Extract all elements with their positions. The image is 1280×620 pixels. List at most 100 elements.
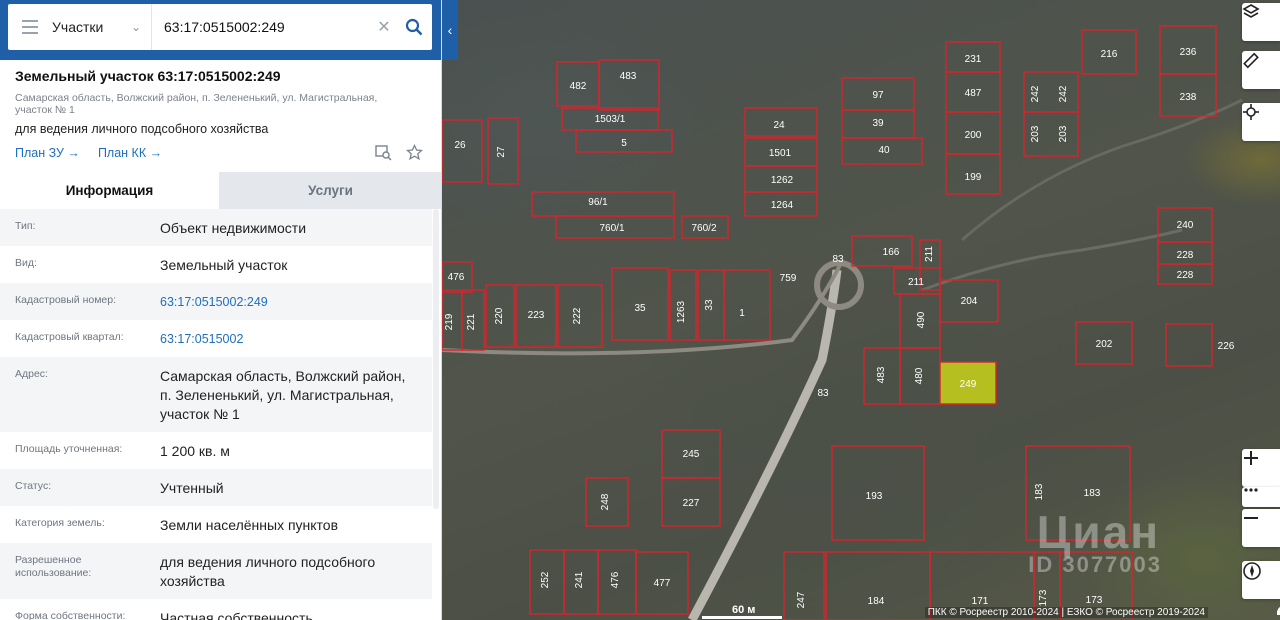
parcel-label: 203 — [1030, 125, 1041, 142]
parcel-label: 242 — [1030, 85, 1041, 102]
tab-info[interactable]: Информация — [0, 172, 219, 209]
pin-icon — [1278, 607, 1280, 613]
parcel-label: 219 — [444, 313, 455, 330]
parcel-label: 183 — [1034, 483, 1045, 500]
parcel-label: 226 — [1218, 341, 1235, 352]
parcel-label: 193 — [866, 491, 883, 502]
info-value: 1 200 кв. м — [160, 443, 230, 459]
info-value: для ведения личного подсобного хозяйства — [160, 554, 376, 589]
print-search-icon[interactable] — [375, 144, 392, 161]
parcel-box — [442, 119, 483, 183]
parcel-label: 228 — [1177, 250, 1194, 261]
path-east — [921, 228, 1183, 292]
info-key: Площадь уточненная: — [15, 443, 123, 455]
parcel-label: 240 — [1177, 220, 1194, 231]
ruler-icon — [1243, 52, 1259, 69]
parcel-label: 238 — [1180, 92, 1197, 103]
parcel-label: 760/1 — [599, 223, 624, 234]
search-button[interactable] — [396, 4, 432, 50]
plan-links: План ЗУ → План КК → — [15, 146, 162, 160]
info-key: Разрешенное использование: — [15, 554, 92, 579]
parcel-label: 40 — [878, 145, 890, 156]
parcel-label: 221 — [466, 313, 477, 330]
compass-button[interactable] — [1242, 561, 1280, 599]
star-icon[interactable] — [406, 144, 423, 161]
parcel-label: 482 — [570, 81, 587, 92]
path-northeast — [961, 98, 1243, 242]
search-category-select[interactable]: Участки ⌄ — [52, 4, 152, 50]
compass-icon — [1243, 562, 1261, 580]
object-title: Земельный участок 63:17:0515002:249 — [15, 68, 281, 84]
zoom-out-button[interactable] — [1242, 509, 1280, 547]
parcel-label: 490 — [916, 311, 927, 328]
info-row: Кадастровый номер: 63:17:0515002:249 — [0, 283, 432, 320]
map-view[interactable]: 231 216 236 482 483 97 487 242 242 238 1… — [442, 0, 1280, 620]
info-value: Учтенный — [160, 480, 224, 496]
object-purpose: для ведения личного подсобного хозяйства — [15, 122, 269, 136]
plan-kk-link[interactable]: План КК → — [98, 146, 162, 160]
parcel-label: 199 — [965, 172, 982, 183]
sidebar-scrollbar[interactable] — [433, 209, 439, 509]
parcel-label: 476 — [610, 571, 621, 588]
parcel-label: 26 — [454, 140, 466, 151]
layers-button[interactable] — [1242, 3, 1280, 41]
zoom-more-button[interactable] — [1242, 487, 1280, 507]
info-value: Частная собственность — [160, 610, 313, 620]
minus-icon — [1244, 517, 1258, 519]
crosshair-icon — [1243, 104, 1259, 120]
layers-icon — [1242, 4, 1260, 18]
clear-icon[interactable]: ✕ — [372, 17, 396, 37]
info-key: Адрес: — [15, 368, 48, 380]
parcel-label: 1 — [739, 308, 745, 319]
parcel-label: 173 — [1086, 595, 1103, 606]
parcel-label: 1264 — [771, 200, 794, 211]
parcel-label: 220 — [494, 307, 505, 324]
parcel-label: 249 — [960, 379, 977, 390]
locate-button[interactable] — [1242, 103, 1280, 141]
parcel-label: 5 — [621, 138, 627, 149]
parcel-label: 247 — [796, 591, 807, 608]
plan-zu-link[interactable]: План ЗУ → — [15, 146, 80, 160]
parcel-label: 483 — [876, 366, 887, 383]
info-sidebar: Участки ⌄ 63:17:0515002:249 ✕ Земельный … — [0, 0, 442, 620]
search-bar: Участки ⌄ 63:17:0515002:249 ✕ — [8, 4, 432, 50]
collapse-sidebar-button[interactable]: ‹ — [442, 0, 458, 60]
search-input[interactable]: 63:17:0515002:249 — [152, 19, 372, 35]
parcel-label: 166 — [883, 247, 900, 258]
parcel-label: 228 — [1177, 270, 1194, 281]
zoom-in-button[interactable] — [1242, 449, 1280, 487]
info-key: Кадастровый квартал: — [15, 331, 124, 343]
parcel-label: 483 — [620, 71, 637, 82]
tab-services[interactable]: Услуги — [219, 172, 441, 209]
measure-button[interactable] — [1242, 51, 1280, 89]
info-key: Тип: — [15, 220, 36, 232]
parcel-label: 211 — [908, 277, 924, 288]
parcel-label: 200 — [965, 130, 982, 141]
parcel-label: 227 — [683, 498, 700, 509]
cadastral-quarter-link[interactable]: 63:17:0515002 — [160, 330, 432, 349]
info-key: Статус: — [15, 480, 52, 492]
parcel-label: 83 — [817, 388, 829, 399]
parcel-label: 242 — [1058, 85, 1069, 102]
hamburger-menu-icon[interactable] — [8, 4, 52, 50]
parcel-label: 236 — [1180, 47, 1197, 58]
parcel-box — [1165, 323, 1213, 367]
plus-icon — [1244, 451, 1258, 465]
chevron-left-icon: ‹ — [447, 22, 453, 38]
parcel-label: 97 — [872, 90, 884, 101]
parcel-label: 241 — [574, 571, 585, 588]
parcel-label: 211 — [924, 246, 935, 262]
info-value: Земли населённых пунктов — [160, 517, 339, 533]
parcel-label: 759 — [780, 273, 797, 284]
parcel-label: 1501 — [769, 148, 792, 159]
info-row: Статус: Учтенный — [0, 469, 432, 506]
parcel-label: 245 — [683, 449, 700, 460]
parcel-label: 35 — [634, 303, 646, 314]
cadastral-number-link[interactable]: 63:17:0515002:249 — [160, 293, 432, 312]
parcel-label: 204 — [961, 296, 978, 307]
info-row: Тип: Объект недвижимости — [0, 209, 432, 246]
parcel-label: 476 — [448, 272, 465, 283]
parcel-label: 231 — [965, 54, 982, 65]
watermark: Циан — [1036, 506, 1160, 558]
info-value: Самарская область, Волжский район, п. Зе… — [160, 368, 406, 422]
